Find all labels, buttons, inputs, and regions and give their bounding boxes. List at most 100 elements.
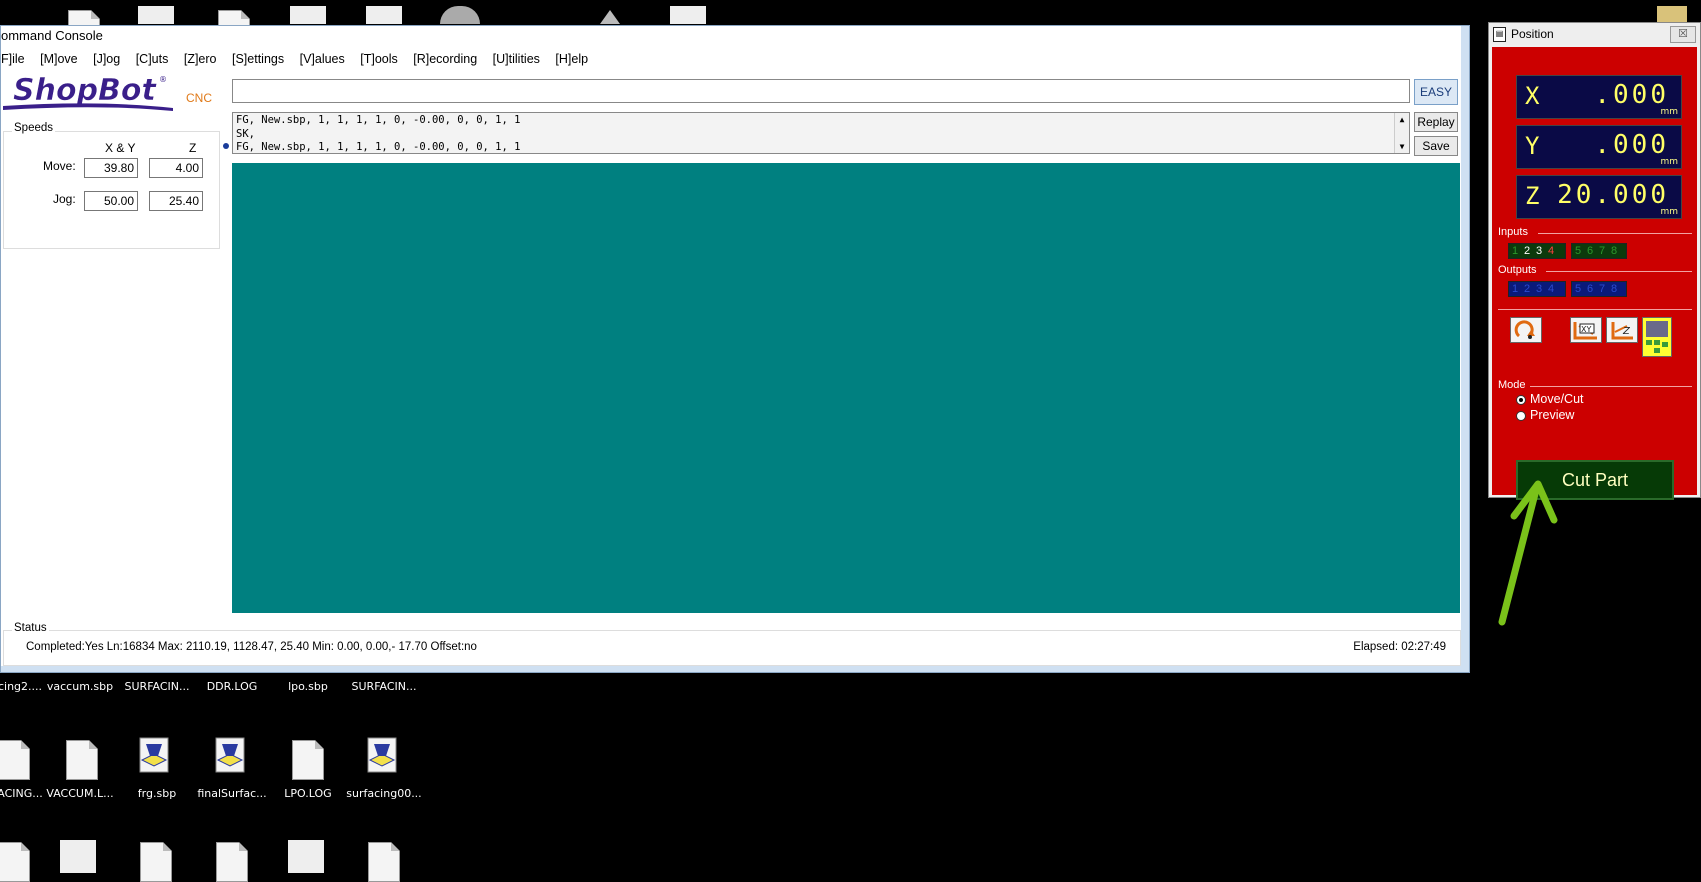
desktop-icon[interactable]: surfacing00... [344, 787, 424, 800]
replay-button[interactable]: Replay [1414, 112, 1458, 132]
output-8: 8 [1610, 283, 1618, 295]
move-speed-label: Move: [43, 159, 76, 173]
sbp-file-icon[interactable] [364, 736, 400, 774]
menu-cuts[interactable]: [C]uts [136, 52, 169, 66]
x-axis-label: X [1525, 82, 1540, 110]
menu-settings[interactable]: [S]ettings [232, 52, 284, 66]
document-icon[interactable] [292, 740, 324, 780]
sbp-file-icon[interactable] [670, 6, 706, 24]
mode-move-cut-radio[interactable] [1516, 395, 1526, 405]
position-window: ▤ Position ☒ X .000 mm Y .000 mm Z 20.00… [1488, 22, 1701, 500]
close-icon[interactable]: ☒ [1670, 26, 1696, 43]
save-button[interactable]: Save [1414, 136, 1458, 156]
disc-icon[interactable] [440, 6, 480, 24]
menu-recording[interactable]: [R]ecording [413, 52, 477, 66]
history-marker-icon [223, 143, 229, 149]
desktop-icon[interactable]: LPO.LOG [268, 787, 348, 800]
menu-move[interactable]: [M]ove [40, 52, 78, 66]
zero-xy-icon: XY [1573, 322, 1597, 340]
sbp-file-icon[interactable] [366, 6, 402, 24]
zero-z-button[interactable]: Z [1606, 317, 1638, 343]
eject-icon[interactable] [600, 10, 620, 24]
zero-z-icon: Z [1611, 322, 1633, 340]
history-line: SK, [236, 127, 255, 140]
outputs-1-4: 1234 [1508, 281, 1566, 297]
shopbot-logo: ShopBot ® CNC [3, 73, 212, 111]
command-console-window: ommand Console F]ile [M]ove [J]og [C]uts… [0, 25, 1470, 673]
desktop-icon[interactable]: vaccum.sbp [40, 680, 120, 693]
outputs-label: Outputs [1498, 264, 1537, 276]
divider [1546, 271, 1692, 272]
scroll-down-icon[interactable]: ▼ [1395, 140, 1409, 153]
divider [1530, 386, 1692, 387]
preview-canvas[interactable] [232, 163, 1460, 613]
document-icon[interactable] [68, 10, 100, 26]
mode-preview-radio[interactable] [1516, 411, 1526, 421]
desktop-icon[interactable]: lpo.sbp [268, 680, 348, 693]
desktop-icon[interactable]: DDR.LOG [192, 680, 272, 693]
input-2: 2 [1523, 245, 1531, 257]
command-history[interactable]: FG, New.sbp, 1, 1, 1, 1, 0, -0.00, 0, 0,… [232, 112, 1410, 154]
y-unit: mm [1660, 157, 1678, 167]
move-z-speed-field[interactable]: 4.00 [149, 158, 203, 178]
desktop-icon[interactable]: frg.sbp [117, 787, 197, 800]
desktop-icon[interactable]: VACCUM.L... [40, 787, 120, 800]
document-icon[interactable] [66, 740, 98, 780]
input-3: 3 [1535, 245, 1543, 257]
sbp-file-icon[interactable] [60, 840, 96, 873]
menu-file[interactable]: F]ile [1, 52, 25, 66]
menu-jog[interactable]: [J]og [93, 52, 120, 66]
command-input[interactable] [232, 79, 1410, 103]
sbp-file-icon[interactable] [212, 736, 248, 774]
zero-origin-button[interactable] [1510, 317, 1542, 343]
desktop-icon[interactable]: SURFACIN... [117, 680, 197, 693]
easy-button[interactable]: EASY [1414, 79, 1458, 105]
jog-xy-speed-field[interactable]: 50.00 [84, 191, 138, 211]
window-title: ommand Console [1, 28, 103, 43]
sbp-file-icon[interactable] [138, 6, 174, 24]
desktop-icon-label: DDR.LOG [206, 680, 258, 693]
inputs-5-8: 5678 [1571, 243, 1627, 259]
input-5: 5 [1574, 245, 1582, 257]
position-titlebar[interactable]: ▤ Position ☒ [1489, 23, 1700, 45]
x-position-readout[interactable]: X .000 mm [1516, 75, 1682, 119]
sbp-file-icon[interactable] [288, 840, 324, 873]
y-position-readout[interactable]: Y .000 mm [1516, 125, 1682, 169]
menu-help[interactable]: [H]elp [555, 52, 588, 66]
sbp-file-icon[interactable] [290, 6, 326, 24]
divider [1498, 309, 1692, 310]
z-unit: mm [1660, 207, 1678, 217]
y-position-value: .000 [1594, 130, 1669, 160]
document-icon[interactable] [0, 740, 30, 780]
document-icon[interactable] [368, 842, 400, 882]
inputs-1-4: 1234 [1508, 243, 1566, 259]
desktop-icon[interactable]: finalSurfac... [192, 787, 272, 800]
move-xy-speed-field[interactable]: 39.80 [84, 158, 138, 178]
menu-bar: F]ile [M]ove [J]og [C]uts [Z]ero [S]etti… [1, 52, 600, 72]
history-scrollbar[interactable]: ▲ ▼ [1394, 113, 1409, 153]
document-icon[interactable] [218, 10, 250, 26]
outputs-5-8: 5678 [1571, 281, 1627, 297]
output-5: 5 [1574, 283, 1582, 295]
document-icon[interactable] [140, 842, 172, 882]
z-position-readout[interactable]: Z 20.000 mm [1516, 175, 1682, 219]
keypad-icon [1646, 321, 1668, 353]
menu-tools[interactable]: [T]ools [360, 52, 398, 66]
menu-values[interactable]: [V]alues [300, 52, 345, 66]
document-icon[interactable] [0, 842, 30, 882]
input-4: 4 [1547, 245, 1555, 257]
desktop-icon[interactable]: SURFACIN... [344, 680, 424, 693]
scroll-up-icon[interactable]: ▲ [1395, 113, 1409, 126]
document-icon[interactable] [216, 842, 248, 882]
keypad-button[interactable] [1642, 317, 1672, 357]
menu-utilities[interactable]: [U]tilities [493, 52, 540, 66]
logo-cnc: CNC [186, 91, 212, 105]
y-axis-label: Y [1525, 132, 1540, 160]
zero-xy-button[interactable]: XY [1570, 317, 1602, 343]
menu-zero[interactable]: [Z]ero [184, 52, 217, 66]
sbp-file-icon[interactable] [136, 736, 172, 774]
mode-preview-label: Preview [1530, 408, 1575, 422]
position-window-icon: ▤ [1493, 27, 1506, 42]
mode-label: Mode [1498, 379, 1526, 391]
jog-z-speed-field[interactable]: 25.40 [149, 191, 203, 211]
